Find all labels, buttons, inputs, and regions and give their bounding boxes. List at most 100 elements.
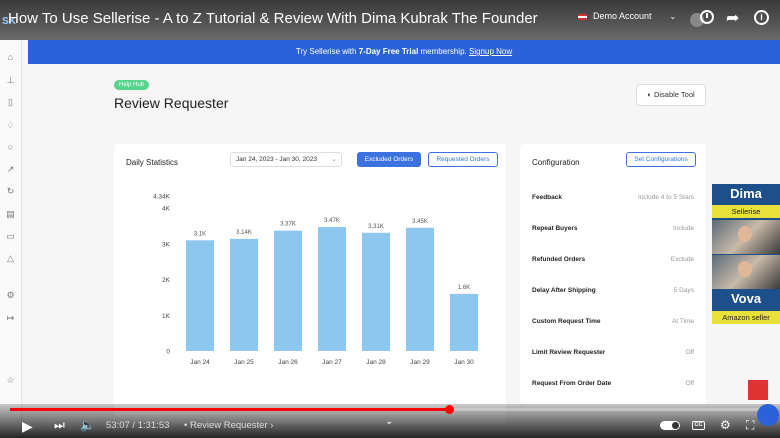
- config-row: Limit Review Requester Off: [532, 349, 694, 363]
- requested-orders-tab[interactable]: Requested Orders: [428, 152, 498, 167]
- star-icon[interactable]: ☆: [5, 375, 16, 386]
- config-row: Custom Request Time At Time: [532, 318, 694, 332]
- date-range-value: Jan 24, 2023 - Jan 30, 2023: [236, 156, 317, 163]
- truck-icon[interactable]: ▭: [5, 231, 16, 242]
- fullscreen-icon[interactable]: ⛶: [746, 418, 754, 433]
- x-tick-label: Jan 28: [366, 359, 386, 366]
- time-display: 53:07 / 1:31:53: [106, 420, 170, 431]
- chapter-title[interactable]: • Review Requester ›: [184, 420, 273, 431]
- config-row: Delay After Shipping 5 Days: [532, 287, 694, 301]
- trend-icon[interactable]: ↗: [5, 164, 16, 175]
- config-row: Feedback Include 4 to 5 Stars: [532, 194, 694, 208]
- chevron-down-icon: ⌄: [669, 12, 677, 21]
- set-configurations-button[interactable]: Set Configurations: [626, 152, 696, 167]
- guest-video: [712, 255, 780, 289]
- chart-bar: [318, 227, 346, 351]
- y-tick-label: 1K: [162, 313, 171, 320]
- config-value: Include 4 to 5 Stars: [637, 194, 694, 201]
- logout-icon[interactable]: ↦: [5, 313, 16, 324]
- settings-gear-icon[interactable]: ⚙: [720, 418, 731, 432]
- flag-icon: [578, 13, 587, 20]
- host-face: [738, 226, 752, 242]
- config-label: Repeat Buyers: [532, 225, 578, 232]
- y-tick-label: 3K: [162, 241, 171, 248]
- data-label: 1.6K: [458, 285, 470, 291]
- clipboard-icon[interactable]: ▯: [5, 97, 16, 108]
- config-label: Feedback: [532, 194, 562, 201]
- guest-tag: Amazon seller: [712, 311, 780, 324]
- trial-banner: Try Sellerise with 7-Day Free Trial memb…: [28, 40, 780, 64]
- page-title: Review Requester: [114, 95, 229, 111]
- progress-fill: [10, 408, 450, 411]
- data-label: 3.37K: [280, 222, 296, 228]
- x-tick-label: Jan 25: [234, 359, 254, 366]
- captions-icon[interactable]: CC: [692, 421, 705, 430]
- share-icon[interactable]: ➦: [726, 8, 739, 28]
- analytics-icon[interactable]: ⊥: [5, 75, 16, 86]
- chart-bar: [362, 232, 390, 351]
- document-icon[interactable]: ▤: [5, 209, 16, 220]
- video-title[interactable]: How To Use Sellerise - A to Z Tutorial &…: [8, 10, 538, 27]
- y-tick-label: 4.34K: [153, 194, 171, 201]
- data-label: 3.31K: [368, 224, 384, 230]
- signup-link[interactable]: Signup Now: [469, 47, 512, 56]
- config-label: Custom Request Time: [532, 318, 601, 325]
- play-icon[interactable]: ▶: [22, 418, 33, 435]
- daily-statistics-chart: 0 1K 2K 3K 4K 4.34K 3.1K Jan 24 3.14K Jan 25 3.37K…: [153, 194, 478, 366]
- host-video: [712, 220, 780, 254]
- host-name: Dima: [730, 186, 762, 201]
- data-label: 3.45K: [412, 219, 428, 225]
- current-time: 53:07: [106, 420, 130, 431]
- chat-widget-icon[interactable]: [757, 404, 779, 426]
- chat-icon[interactable]: ○: [5, 142, 16, 153]
- stats-title: Daily Statistics: [126, 158, 179, 167]
- config-label: Request From Order Date: [532, 380, 612, 387]
- config-label: Limit Review Requester: [532, 349, 606, 356]
- config-value: Exclude: [670, 256, 694, 263]
- scrubber-handle[interactable]: [445, 405, 455, 414]
- config-row: Refunded Orders Exclude: [532, 256, 694, 270]
- y-tick-label: 2K: [162, 277, 171, 284]
- config-row: Request From Order Date Off: [532, 380, 694, 394]
- next-icon[interactable]: ⏭: [54, 418, 65, 433]
- account-switcher[interactable]: Demo Account ⌄: [578, 11, 676, 21]
- help-hub-badge[interactable]: Help Hub: [114, 80, 150, 90]
- bell-icon[interactable]: ♢: [5, 120, 16, 131]
- watch-later-icon[interactable]: [700, 10, 714, 24]
- chart-bar: [450, 293, 478, 351]
- banner-text: Try Sellerise with: [295, 47, 359, 56]
- disable-tool-button[interactable]: ◐ Disable Tool: [636, 84, 706, 106]
- warning-icon[interactable]: △: [5, 253, 16, 264]
- config-title: Configuration: [532, 158, 580, 167]
- data-label: 3.14K: [236, 230, 252, 236]
- host-tag: Sellerise: [712, 205, 780, 218]
- x-tick-label: Jan 30: [454, 359, 474, 366]
- settings-icon[interactable]: ⚙: [5, 290, 16, 301]
- x-tick-label: Jan 26: [278, 359, 298, 366]
- date-range-picker[interactable]: Jan 24, 2023 - Jan 30, 2023 ⌄: [230, 152, 342, 167]
- subscribe-watermark[interactable]: [748, 380, 768, 400]
- config-value: At Time: [671, 318, 694, 325]
- x-tick-label: Jan 27: [322, 359, 342, 366]
- refresh-icon[interactable]: ↻: [5, 186, 16, 197]
- youtube-top-overlay: SK How To Use Sellerise - A to Z Tutoria…: [0, 0, 780, 40]
- app-main: Try Sellerise with 7-Day Free Trial memb…: [22, 40, 780, 438]
- home-icon[interactable]: ⌂: [5, 52, 16, 63]
- account-name: Demo Account: [593, 11, 652, 21]
- webcam-overlay: Dima Sellerise Vova Amazon seller: [712, 184, 780, 324]
- volume-icon[interactable]: 🔈: [80, 418, 95, 432]
- guest-name: Vova: [730, 291, 762, 306]
- chevron-up-icon[interactable]: ⌄: [385, 416, 393, 427]
- config-value: 5 Days: [673, 287, 694, 294]
- config-label: Refunded Orders: [532, 256, 586, 263]
- disable-tool-label: Disable Tool: [653, 90, 695, 99]
- info-icon[interactable]: i: [754, 10, 769, 25]
- youtube-controls: ▶ ⏭ 🔈 53:07 / 1:31:53 • Review Requester…: [0, 404, 780, 438]
- toggle-icon: ◐: [647, 90, 652, 99]
- progress-bar[interactable]: [10, 405, 770, 414]
- config-row: Repeat Buyers Include: [532, 225, 694, 239]
- x-tick-label: Jan 29: [410, 359, 430, 366]
- excluded-orders-tab[interactable]: Excluded Orders: [357, 152, 421, 167]
- config-label: Delay After Shipping: [532, 287, 596, 294]
- autoplay-toggle[interactable]: [660, 421, 680, 430]
